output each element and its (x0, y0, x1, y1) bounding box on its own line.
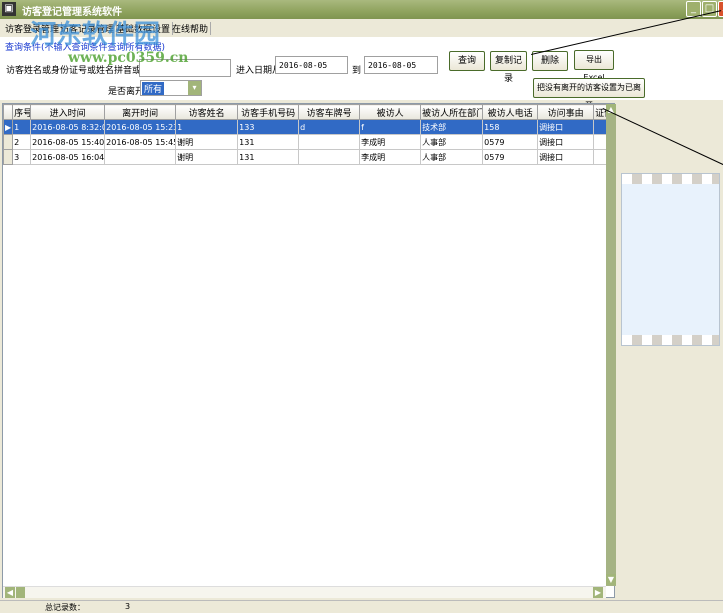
table-cell[interactable]: 2016-08-05 8:32:01 (30, 119, 106, 135)
row-indicator (2, 134, 14, 150)
table-cell[interactable]: 2 (12, 134, 32, 150)
menu-visitor-login[interactable]: 访客登录管理 (3, 22, 63, 35)
query-button[interactable]: 查询 (449, 51, 485, 71)
column-header[interactable]: 访客车牌号 (298, 104, 361, 120)
column-header[interactable]: 被访人电话 (482, 104, 539, 120)
column-header[interactable]: 访问事由 (537, 104, 595, 120)
left-select[interactable]: 所有 ▾ (140, 80, 202, 96)
record-count-value: 3 (125, 602, 131, 611)
row-indicator (2, 149, 14, 165)
table-cell[interactable]: 2016-08-05 15:40:19 (30, 134, 106, 150)
table-cell[interactable]: 人事部 (420, 134, 484, 150)
table-cell[interactable]: 1 (12, 119, 32, 135)
row-indicator: ▶ (2, 119, 14, 135)
table-cell[interactable]: 3 (12, 149, 32, 165)
table-cell[interactable]: 谢明 (175, 149, 239, 165)
left-label: 是否离开 (108, 87, 145, 97)
set-left-button[interactable]: 把没有离开的访客设置为已离开 (533, 78, 645, 110)
table-cell[interactable]: f (359, 119, 422, 135)
table-cell[interactable] (298, 149, 361, 165)
column-header[interactable]: 访客手机号码 (237, 104, 300, 120)
vertical-scrollbar[interactable]: ▲ ▼ (606, 104, 616, 586)
close-button[interactable]: X (718, 1, 723, 17)
table-cell[interactable]: 人事部 (420, 149, 484, 165)
scroll-right-icon[interactable]: ▶ (593, 587, 603, 598)
table-row[interactable]: 32016-08-05 16:04:30 谢明131 李成明人事部0579调接口 (2, 149, 610, 165)
scroll-left-icon[interactable]: ◀ (5, 587, 15, 598)
date-to-label: 到 (352, 66, 362, 76)
column-header[interactable]: 进入时间 (30, 104, 106, 120)
table-row[interactable]: 22016-08-05 15:40:192016-08-05 15:45:35谢… (2, 134, 610, 150)
table-cell[interactable]: d (298, 119, 361, 135)
search-hint: 查询条件(不输入查询条件查询所有数据) (5, 43, 166, 53)
table-cell[interactable]: 131 (237, 134, 300, 150)
records-grid: 序号 进入时间 离开时间 访客姓名 访客手机号码 访客车牌号 被访人 被访人所在部门 被访人电话… (2, 103, 616, 598)
table-cell[interactable] (104, 149, 177, 165)
column-header[interactable]: 离开时间 (104, 104, 177, 120)
table-cell[interactable]: 133 (237, 119, 300, 135)
chevron-down-icon[interactable]: ▾ (188, 81, 201, 95)
menu-visitor-records[interactable]: 访客记录管理 (58, 22, 118, 35)
table-cell[interactable]: 谢明 (175, 134, 239, 150)
scroll-down-icon[interactable]: ▼ (606, 574, 616, 585)
menu-basic-data[interactable]: 基础数据设置 (114, 22, 174, 35)
table-cell[interactable]: 131 (237, 149, 300, 165)
window-title: 访客登记管理系统软件 (22, 7, 122, 18)
table-cell[interactable]: 李成明 (359, 149, 422, 165)
table-cell[interactable]: 调接口 (537, 134, 595, 150)
delete-button[interactable]: 删除 (532, 51, 568, 71)
annotation-line (602, 108, 723, 166)
name-input[interactable] (139, 59, 231, 77)
table-cell[interactable]: 1 (175, 119, 239, 135)
table-cell[interactable]: 调接口 (537, 149, 595, 165)
export-excel-button[interactable]: 导出Excel (574, 50, 614, 82)
record-count-label: 总记录数： (45, 603, 85, 612)
preview-panel (621, 173, 720, 346)
date-to-input[interactable] (364, 56, 438, 74)
table-cell[interactable]: 0579 (482, 149, 539, 165)
left-select-value: 所有 (142, 82, 165, 95)
scroll-thumb[interactable] (16, 587, 25, 598)
copy-record-button[interactable]: 复制记录 (490, 51, 527, 84)
table-cell[interactable]: 2016-08-05 16:04:30 (30, 149, 106, 165)
status-bar: 总记录数： 3 (0, 600, 723, 612)
table-cell[interactable]: 158 (482, 119, 539, 135)
column-header[interactable]: 访客姓名 (175, 104, 239, 120)
records-table: 序号 进入时间 离开时间 访客姓名 访客手机号码 访客车牌号 被访人 被访人所在部门 被访人电话… (2, 104, 610, 165)
table-cell[interactable]: 2016-08-05 15:45:35 (104, 134, 177, 150)
table-cell[interactable]: 李成明 (359, 134, 422, 150)
table-cell[interactable]: 调接口 (537, 119, 595, 135)
table-row[interactable]: ▶12016-08-05 8:32:012016-08-05 15:23:111… (2, 119, 610, 135)
menu-help[interactable]: 在线帮助 (170, 22, 212, 35)
column-header[interactable]: 被访人 (359, 104, 422, 120)
table-cell[interactable]: 技术部 (420, 119, 484, 135)
table-cell[interactable]: 2016-08-05 15:23:11 (104, 119, 177, 135)
table-cell[interactable] (298, 134, 361, 150)
column-header[interactable]: 序号 (12, 104, 32, 120)
app-icon: ▣ (2, 2, 16, 16)
column-header[interactable]: 被访人所在部门 (420, 104, 484, 120)
table-cell[interactable]: 0579 (482, 134, 539, 150)
row-indicator-header (2, 104, 14, 120)
date-from-input[interactable] (275, 56, 348, 74)
horizontal-scrollbar[interactable]: ◀ ▶ (3, 586, 606, 598)
